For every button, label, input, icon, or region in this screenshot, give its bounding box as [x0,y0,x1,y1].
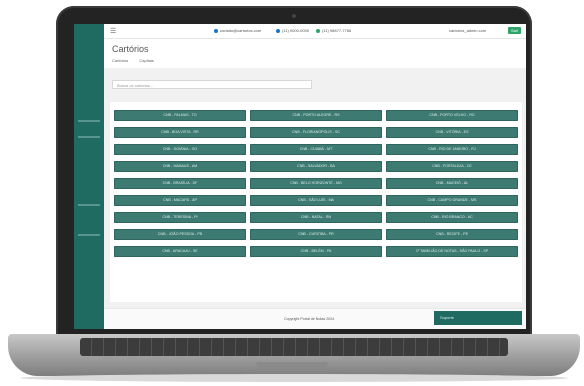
menu-icon[interactable]: ☰ [110,27,116,35]
phone-text: (11) 0000-0000 [282,28,310,33]
footer: Copyright Portal de Notas 2024 Suporte [104,308,526,329]
cartorio-button[interactable]: CNB - MANAUS - AM [114,161,246,172]
cartorio-button[interactable]: CNB - RECIFE - PE [386,229,518,240]
page-title: Cartórios [112,44,149,54]
copyright-text: Copyright Portal de Notas 2024 [284,317,335,321]
search-input[interactable]: Busca os cartórios... [112,80,312,89]
cartorio-button[interactable]: CNB - JOÃO PESSOA - PB [114,229,246,240]
email-text: contato@cartorios.com [220,28,262,33]
sidebar-item[interactable] [78,120,100,122]
phone-icon [276,28,280,33]
cartorio-button[interactable]: CNB - BELO HORIZONTE - MG [250,178,382,189]
cartorio-button[interactable]: CNB - BELÉM - PA [250,246,382,257]
user-name[interactable]: cartorios_admin.com [449,28,486,33]
sidebar-item[interactable] [78,136,100,138]
top-bar: ☰ contato@cartorios.com (11) 0000-0000 (… [104,24,526,39]
cartorio-button[interactable]: CNB - TERESINA - PI [114,212,246,223]
cartorio-button[interactable]: CNB - VITÓRIA - ES [386,127,518,138]
cartorio-button[interactable]: CNB - SALVADOR - BA [250,161,382,172]
support-button[interactable]: Suporte [434,311,522,325]
lid-notch [256,362,328,368]
screen: ☰ contato@cartorios.com (11) 0000-0000 (… [74,24,526,329]
sidebar-item[interactable] [78,234,100,236]
cartorio-button[interactable]: CNB - CUIABÁ - MT [250,144,382,155]
camera-dot [292,14,296,18]
cartorio-button[interactable]: CNB - ARACAJU - SE [114,246,246,257]
email-link[interactable]: contato@cartorios.com [214,28,261,33]
phone-link[interactable]: (11) 0000-0000 [276,28,309,33]
cartorios-panel: CNB - PALMAS - TO CNB - PORTO ALEGRE - RS… [110,102,522,302]
laptop-shadow [20,374,568,382]
keyboard [80,338,508,356]
whatsapp-link[interactable]: (11) 98877-7766 [316,28,351,33]
cartorio-button[interactable]: CNB - MACEIÓ - AL [386,178,518,189]
cartorio-button[interactable]: CNB - GOIÂNIA - GO [114,144,246,155]
cartorio-button[interactable]: CNB - FLORIANÓPOLIS - SC [250,127,382,138]
tab-cartorios[interactable]: Cartórios [112,58,128,63]
sidebar [74,24,104,329]
cartorio-button[interactable]: CNB - PORTO ALEGRE - RS [250,110,382,121]
whatsapp-icon [316,28,320,33]
cartorio-button[interactable]: CNB - MACAPÁ - AP [114,195,246,206]
cartorio-button[interactable]: CNB - CAMPO GRANDE - MS [386,195,518,206]
tab-capitais[interactable]: Capitais [139,58,153,63]
cartorio-button[interactable]: CNB - PORTO VELHO - RO [386,110,518,121]
cartorio-button[interactable]: CNB - NATAL - RN [250,212,382,223]
exit-button[interactable]: Sair [508,27,522,34]
cartorio-button[interactable]: 1º TABELIÃO DE NOTAS - SÃO PAULO - SP [386,246,518,257]
cartorio-button[interactable]: CNB - BRASÍLIA - DF [114,178,246,189]
cartorio-button[interactable]: CNB - RIO DE JANEIRO - RJ [386,144,518,155]
whatsapp-text: (11) 98877-7766 [322,28,352,33]
tabs: Cartórios Capitais [112,58,164,63]
cartorio-button[interactable]: CNB - FORTALEZA - CE [386,161,518,172]
email-icon [214,28,218,33]
cartorio-button[interactable]: CNB - RIO BRANCO - AC [386,212,518,223]
cartorio-button[interactable]: CNB - SÃO LUÍS - MA [250,195,382,206]
sidebar-item[interactable] [78,204,100,206]
cartorio-button[interactable]: CNB - CURITIBA - PR [250,229,382,240]
cartorio-button[interactable]: CNB - PALMAS - TO [114,110,246,121]
cartorio-button[interactable]: CNB - BOA VISTA - RR [114,127,246,138]
